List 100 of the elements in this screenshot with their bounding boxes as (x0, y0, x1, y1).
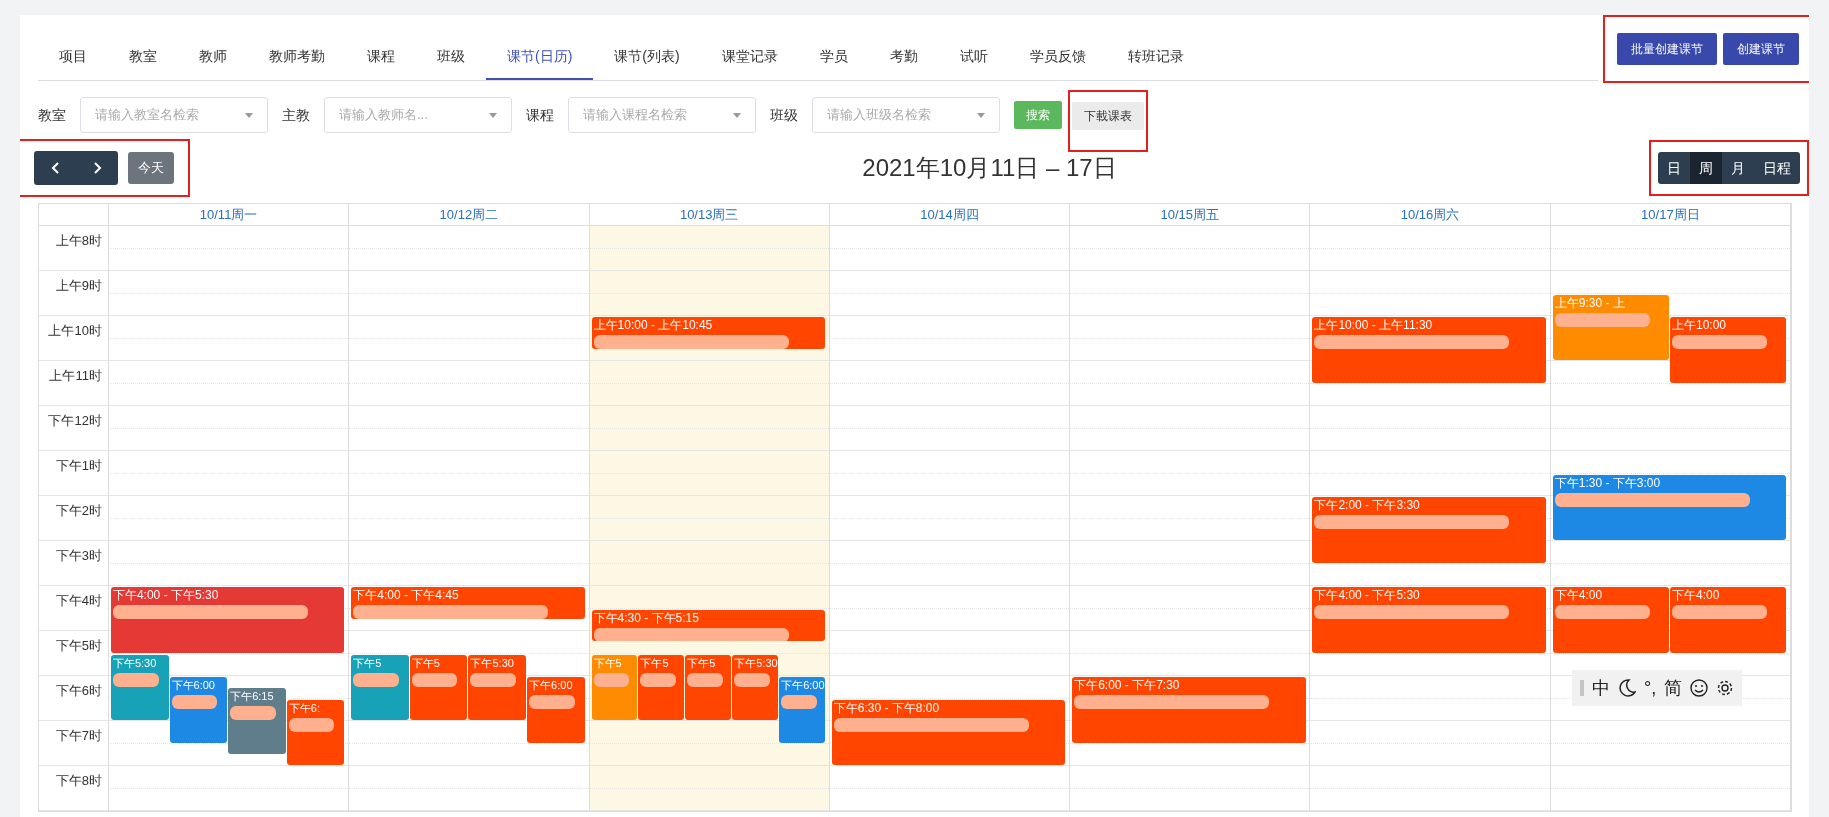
nav-tab[interactable]: 试听 (938, 35, 1009, 80)
calendar-event[interactable]: 下午5:30 (468, 654, 527, 720)
calendar-event[interactable]: 下午5 (409, 654, 468, 720)
calendar-event[interactable]: 下午5 (351, 654, 409, 720)
calendar-event[interactable]: 下午6:00 - 下午7:30 (1072, 677, 1306, 743)
nav-tab[interactable]: 课堂记录 (700, 35, 799, 80)
event-time: 上午9:30 - 上 (1554, 294, 1626, 311)
hour-label: 下午1时 (55, 458, 102, 473)
view-button[interactable]: 周 (1690, 152, 1722, 184)
filter-label: 主教 (282, 105, 310, 125)
nav-tab[interactable]: 教师考勤 (248, 35, 346, 80)
language-toggle[interactable]: 中 (1592, 674, 1610, 702)
day-header[interactable]: 10/17周日 (1550, 204, 1791, 225)
view-button[interactable]: 日程 (1754, 152, 1800, 184)
calendar-event[interactable]: 下午6:00 (779, 677, 825, 743)
calendar-event[interactable]: 下午6:00 (169, 677, 228, 743)
calendar-event[interactable]: 下午4:00 - 下午5:30 (1312, 587, 1546, 653)
calendar-event[interactable]: 下午4:00 (1669, 587, 1787, 653)
event-time: 下午6:00 (529, 678, 574, 693)
download-button[interactable]: 下載课表 (1072, 102, 1144, 130)
day-header[interactable]: 10/15周五 (1070, 204, 1311, 225)
hour-label: 上午9时 (55, 278, 102, 293)
caret-icon (733, 112, 741, 118)
calendar-event[interactable]: 下午4:00 (1552, 587, 1669, 653)
nav-tab[interactable]: 项目 (38, 35, 108, 80)
event-time: 下午6:00 (171, 678, 216, 693)
nav-tab[interactable]: 教室 (108, 35, 178, 80)
create-button[interactable]: 创建课节 (1723, 33, 1799, 65)
event-time: 下午5 (593, 655, 623, 671)
script-toggle[interactable]: 简 (1664, 674, 1683, 702)
calendar-event[interactable]: 上午10:00 - 上午11:30 (1312, 317, 1546, 383)
calendar-event[interactable]: 下午4:30 - 下午5:15 (591, 609, 826, 642)
calendar-event[interactable]: 下午5 (685, 654, 732, 720)
event-time: 上午10:00 (1671, 317, 1727, 333)
event-time: 下午5 (640, 655, 670, 671)
view-button[interactable]: 日 (1658, 152, 1690, 184)
filter-select[interactable]: 请输入班级名检索 (812, 97, 1000, 133)
calendar-event[interactable]: 下午5:30 (732, 654, 779, 720)
filter-select[interactable]: 请输入课程名检索 (568, 97, 756, 133)
nav-tab[interactable]: 课节(列表) (593, 35, 701, 80)
caret-icon (977, 112, 985, 118)
nav-tab[interactable]: 教师 (178, 35, 248, 80)
today-button[interactable]: 今天 (128, 152, 174, 184)
nav-tab[interactable]: 考勤 (868, 35, 939, 80)
event-time: 下午4:00 - 下午4:45 (353, 587, 460, 603)
event-time: 下午5:30 (734, 655, 777, 671)
punctuation-toggle[interactable]: °, (1644, 674, 1657, 702)
calendar-event[interactable]: 下午4:00 - 下午4:45 (351, 587, 585, 619)
event-time: 下午6:30 - 下午8:00 (833, 699, 941, 716)
event-time: 下午4:30 - 下午5:15 (593, 609, 700, 626)
smiley-icon[interactable] (1690, 679, 1709, 697)
calendar-event[interactable]: 上午10:00 (1669, 317, 1787, 383)
nav-tab[interactable]: 学员反馈 (1008, 35, 1107, 80)
event-time: 上午10:00 - 上午11:30 (1314, 317, 1434, 333)
day-header[interactable]: 10/11周一 (108, 204, 350, 225)
nav-tab[interactable]: 课程 (346, 35, 416, 80)
hour-label: 下午6时 (55, 683, 102, 698)
filter-label: 班级 (770, 105, 798, 125)
filter-label: 课程 (526, 105, 554, 125)
filter-select[interactable]: 请输入教室名检索 (80, 97, 268, 133)
caret-icon (489, 112, 497, 118)
hour-label: 下午4时 (55, 593, 102, 608)
nav-tab[interactable]: 学员 (798, 35, 869, 80)
hour-label: 上午10时 (48, 323, 102, 338)
create-button[interactable]: 批量创建课节 (1617, 33, 1717, 65)
nav-tab[interactable]: 转班记录 (1106, 35, 1205, 80)
nav-tab[interactable]: 班级 (416, 35, 486, 80)
search-button[interactable]: 搜索 (1014, 101, 1062, 129)
chevron-left-icon (50, 162, 60, 174)
event-time: 下午4:00 (1554, 587, 1604, 603)
calendar-event[interactable]: 下午6: (286, 699, 345, 765)
event-time: 下午5:30 (470, 655, 515, 671)
calendar-event[interactable]: 下午6:15 (228, 688, 286, 754)
hour-label: 下午7时 (55, 728, 102, 743)
moon-icon[interactable] (1618, 679, 1636, 697)
event-time: 下午2:00 - 下午3:30 (1314, 497, 1421, 513)
grip-icon[interactable] (1580, 680, 1584, 696)
day-header[interactable]: 10/13周三 (589, 204, 830, 225)
event-time: 下午5:30 (112, 655, 158, 671)
calendar-event[interactable]: 下午5 (638, 654, 685, 720)
day-header[interactable]: 10/16周六 (1310, 204, 1551, 225)
nav-tab[interactable]: 课节(日历) (486, 35, 594, 80)
calendar-event[interactable]: 下午2:00 - 下午3:30 (1312, 497, 1546, 563)
calendar-event[interactable]: 下午6:00 (527, 677, 585, 743)
view-button[interactable]: 月 (1722, 152, 1754, 184)
calendar-event[interactable]: 上午10:00 - 上午10:45 (591, 317, 826, 349)
calendar-event[interactable]: 下午5:30 (110, 654, 169, 720)
calendar-event[interactable]: 下午6:30 - 下午8:00 (831, 699, 1066, 765)
event-time: 下午6: (288, 700, 321, 716)
event-time: 下午5 (353, 655, 383, 671)
filter-select[interactable]: 请输入教师名... (324, 97, 512, 133)
event-time: 下午6:00 (781, 678, 823, 693)
calendar-event[interactable]: 下午1:30 - 下午3:00 (1552, 474, 1787, 540)
event-time: 下午4:00 - 下午5:30 (112, 587, 220, 603)
hour-label: 下午3时 (55, 548, 102, 563)
day-header[interactable]: 10/14周四 (829, 204, 1071, 225)
day-header[interactable]: 10/12周二 (349, 204, 590, 225)
filter-label: 教室 (38, 105, 66, 125)
settings-icon[interactable] (1716, 679, 1735, 697)
calendar-event[interactable]: 下午4:00 - 下午5:30 (110, 587, 345, 653)
